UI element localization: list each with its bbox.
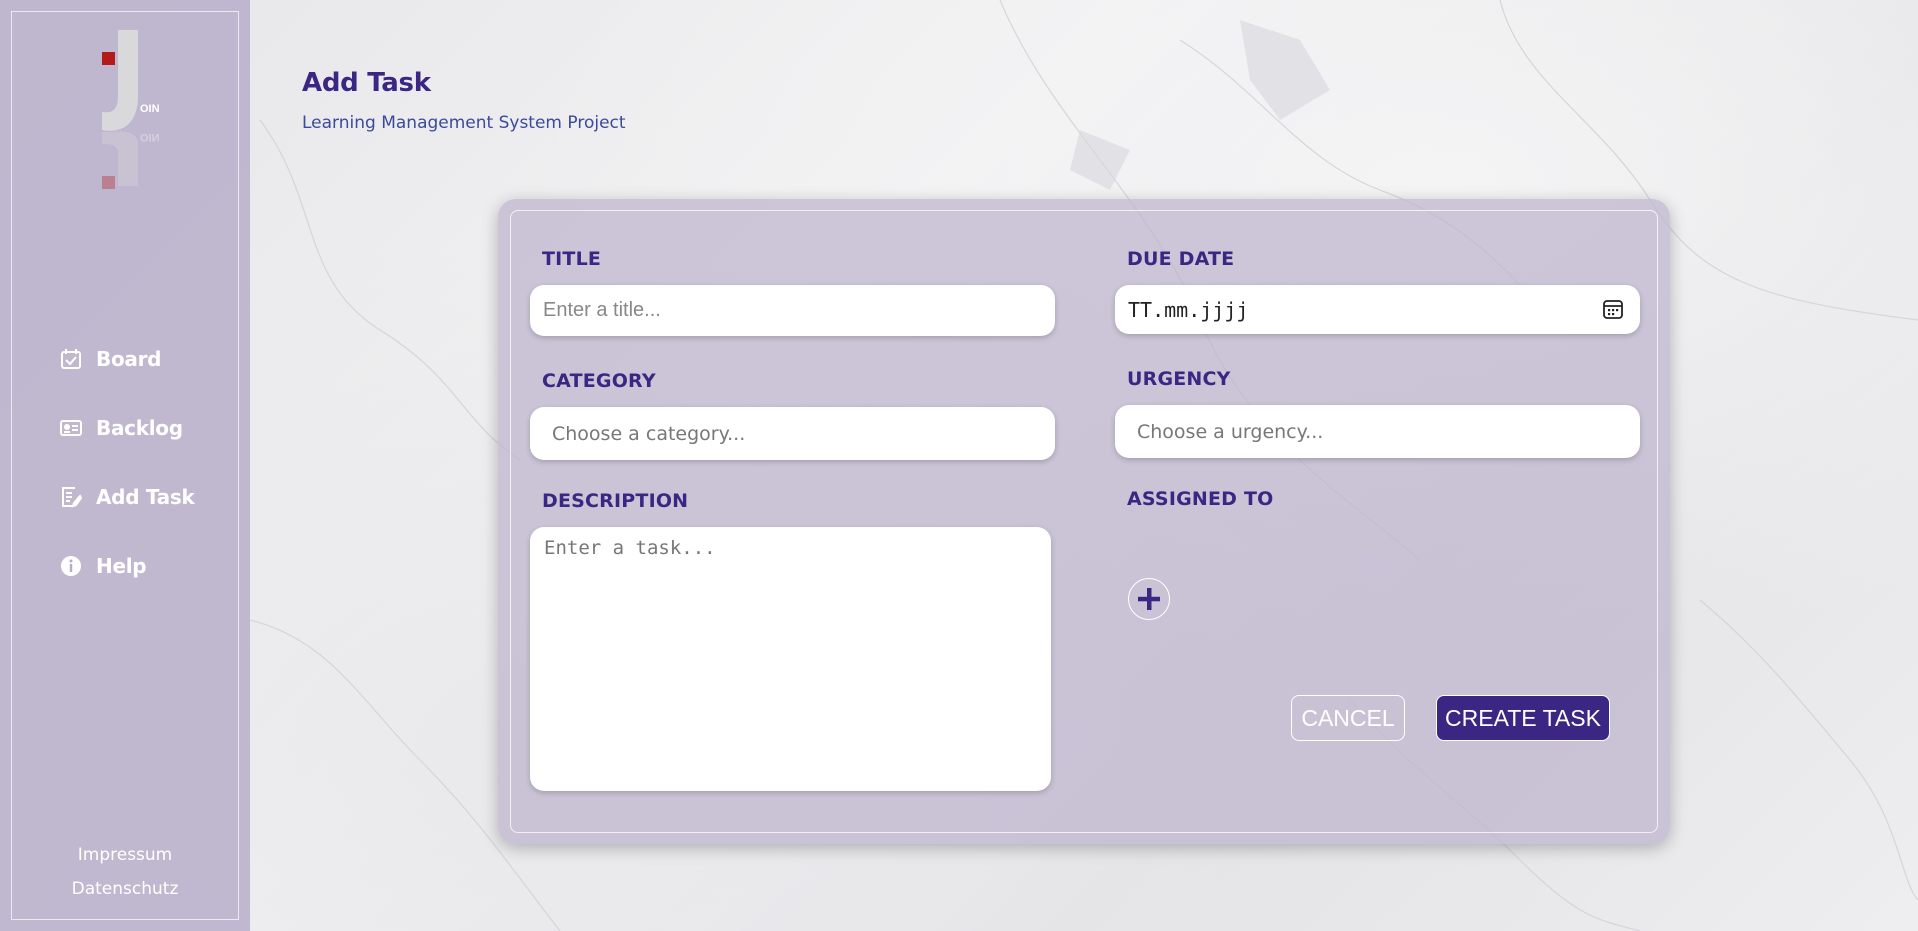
impressum-link[interactable]: Impressum bbox=[0, 845, 250, 865]
calendar-icon[interactable] bbox=[1602, 298, 1626, 322]
sidebar-item-board[interactable]: Board bbox=[60, 344, 194, 374]
urgency-label: URGENCY bbox=[1127, 368, 1231, 390]
category-selected: Choose a category... bbox=[552, 422, 746, 445]
sidebar-item-label: Help bbox=[96, 554, 147, 578]
add-assignee-button[interactable] bbox=[1128, 578, 1170, 620]
create-task-button[interactable]: CREATE TASK bbox=[1436, 695, 1610, 741]
join-logo: OIN OIN bbox=[102, 30, 160, 189]
edit-document-icon bbox=[60, 486, 82, 508]
due-date-field[interactable]: TT.mm.jjjj bbox=[1115, 285, 1640, 334]
page-subtitle: Learning Management System Project bbox=[302, 113, 626, 133]
sidebar-item-backlog[interactable]: Backlog bbox=[60, 413, 194, 443]
sidebar-nav: Board Backlog Add Task Help bbox=[60, 344, 195, 620]
due-date-label: DUE DATE bbox=[1127, 248, 1235, 270]
sidebar-item-label: Backlog bbox=[96, 416, 183, 440]
title-label: TITLE bbox=[542, 248, 602, 270]
page-title: Add Task bbox=[302, 68, 431, 98]
svg-text:OIN: OIN bbox=[140, 131, 160, 143]
description-field[interactable] bbox=[530, 527, 1051, 791]
plus-icon bbox=[1138, 588, 1160, 610]
datenschutz-link[interactable]: Datenschutz bbox=[0, 879, 250, 899]
info-icon bbox=[60, 555, 82, 577]
calendar-check-icon bbox=[60, 348, 82, 370]
assigned-to-label: ASSIGNED TO bbox=[1127, 488, 1274, 510]
sidebar-item-help[interactable]: Help bbox=[60, 551, 194, 581]
category-select[interactable]: Choose a category... bbox=[530, 407, 1055, 460]
id-card-icon bbox=[60, 417, 82, 439]
title-field[interactable] bbox=[530, 285, 1055, 336]
category-label: CATEGORY bbox=[542, 370, 656, 392]
cancel-button[interactable]: CANCEL bbox=[1291, 695, 1405, 741]
due-date-value: TT.mm.jjjj bbox=[1128, 297, 1249, 322]
urgency-selected: Choose a urgency... bbox=[1137, 420, 1324, 443]
sidebar-footer: Impressum Datenschutz bbox=[0, 845, 250, 913]
description-label: DESCRIPTION bbox=[542, 490, 689, 512]
title-input[interactable] bbox=[543, 299, 1055, 322]
urgency-select[interactable]: Choose a urgency... bbox=[1115, 405, 1640, 458]
svg-text:OIN: OIN bbox=[140, 103, 160, 115]
sidebar-item-add-task[interactable]: Add Task bbox=[60, 482, 195, 512]
sidebar-item-label: Board bbox=[96, 347, 162, 371]
sidebar: OIN OIN Board Backlog Add Task Help Impr… bbox=[0, 0, 250, 931]
description-input[interactable] bbox=[544, 537, 1051, 777]
sidebar-item-label: Add Task bbox=[96, 485, 195, 509]
